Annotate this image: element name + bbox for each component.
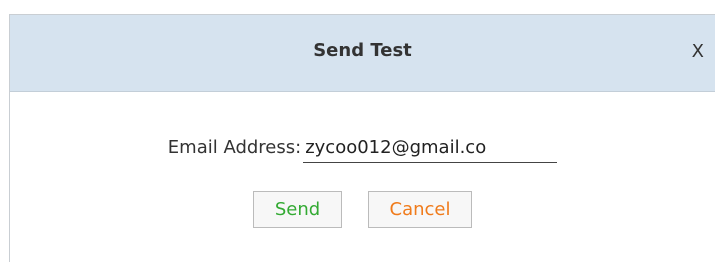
send-button[interactable]: Send bbox=[253, 191, 342, 228]
email-field[interactable] bbox=[303, 132, 558, 163]
button-row: Send Cancel bbox=[10, 191, 715, 228]
send-test-dialog: Send Test X Email Address: Send Cancel bbox=[9, 14, 715, 262]
dialog-title: Send Test bbox=[313, 40, 412, 61]
dialog-titlebar: Send Test X bbox=[10, 15, 715, 92]
close-button[interactable]: X bbox=[692, 41, 704, 62]
email-label: Email Address: bbox=[167, 137, 302, 158]
email-row: Email Address: bbox=[10, 132, 715, 163]
cancel-button[interactable]: Cancel bbox=[368, 191, 472, 228]
